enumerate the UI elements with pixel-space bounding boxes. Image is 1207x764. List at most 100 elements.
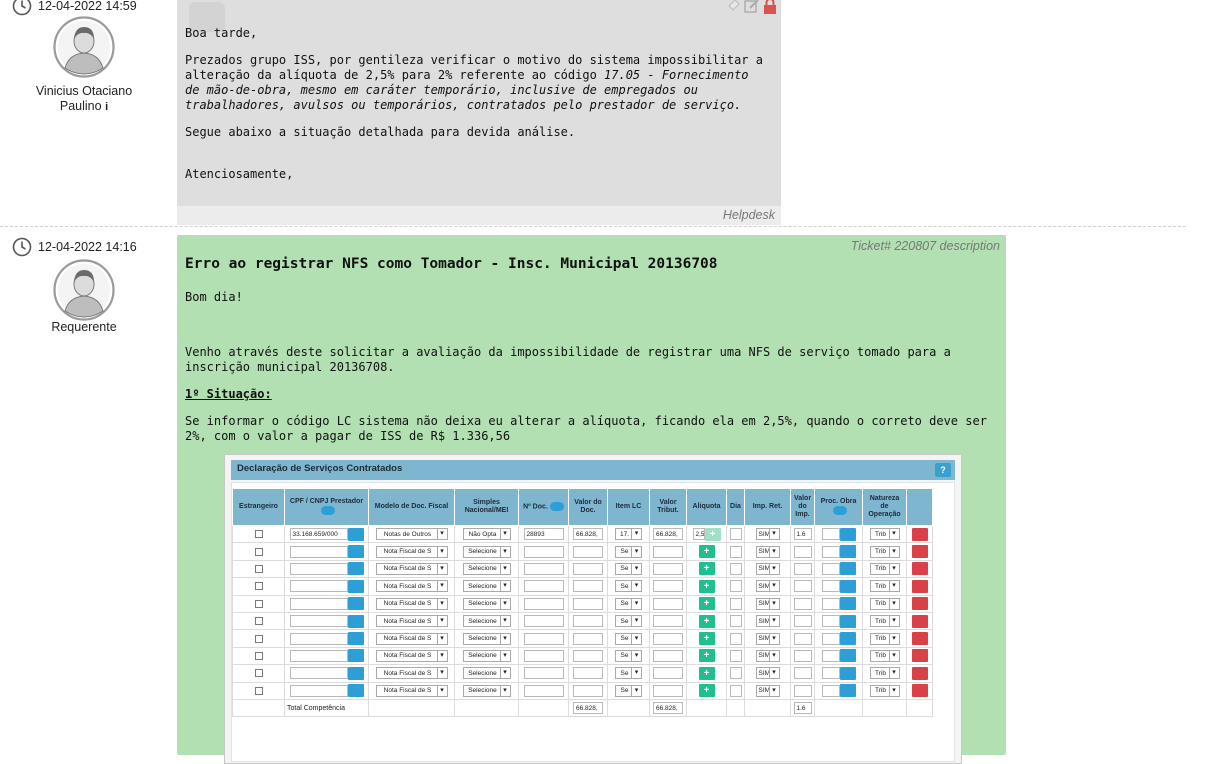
- simples-select[interactable]: Selecione ▾: [462, 649, 511, 662]
- natureza-select[interactable]: Trib ▾: [869, 545, 900, 558]
- plus-icon[interactable]: +: [698, 649, 715, 663]
- natureza-select[interactable]: Trib ▾: [869, 684, 900, 697]
- modelo-select[interactable]: Nota Fiscal de S ▾: [375, 545, 448, 558]
- search-icon[interactable]: [347, 666, 364, 680]
- valor-doc-input[interactable]: [573, 580, 603, 593]
- natureza-select[interactable]: Trib ▾: [869, 615, 900, 628]
- valor-trib-input[interactable]: [653, 667, 683, 680]
- item-lc-select[interactable]: Se ▾: [615, 615, 642, 628]
- plus-icon[interactable]: +: [698, 684, 715, 698]
- dia-input[interactable]: [729, 667, 742, 680]
- valor-imp-input[interactable]: [793, 580, 812, 593]
- imp-ret-select[interactable]: SIM▾: [755, 562, 780, 575]
- simples-select[interactable]: Selecione ▾: [462, 597, 511, 610]
- plus-icon[interactable]: +: [698, 597, 715, 611]
- search-icon[interactable]: [347, 545, 364, 559]
- cpf-input[interactable]: [289, 667, 348, 680]
- search-icon[interactable]: [839, 649, 856, 663]
- trash-icon[interactable]: [911, 562, 928, 576]
- natureza-select[interactable]: Trib ▾: [869, 597, 900, 610]
- simples-select[interactable]: Selecione ▾: [462, 615, 511, 628]
- modelo-select[interactable]: Nota Fiscal de S ▾: [375, 632, 448, 645]
- dia-input[interactable]: [729, 545, 742, 558]
- simples-select[interactable]: Selecione ▾: [462, 545, 511, 558]
- num-doc-input[interactable]: [523, 580, 564, 593]
- simples-select[interactable]: Selecione ▾: [462, 684, 511, 697]
- imp-ret-select[interactable]: SIM▾: [755, 615, 780, 628]
- valor-imp-input[interactable]: [793, 597, 812, 610]
- search-icon[interactable]: [839, 614, 856, 628]
- cpf-input[interactable]: [289, 545, 348, 558]
- item-lc-select[interactable]: Se ▾: [615, 649, 642, 662]
- valor-imp-input[interactable]: [793, 615, 812, 628]
- search-icon[interactable]: [839, 632, 856, 646]
- cpf-input[interactable]: [289, 649, 348, 662]
- plus-icon[interactable]: +: [698, 614, 715, 628]
- valor-trib-input[interactable]: [653, 545, 683, 558]
- trash-icon[interactable]: [911, 649, 928, 663]
- cpf-input[interactable]: [289, 615, 348, 628]
- search-icon[interactable]: [347, 632, 364, 646]
- valor-trib-input[interactable]: [653, 649, 683, 662]
- imp-ret-select[interactable]: SIM▾: [755, 684, 780, 697]
- estrangeiro-checkbox[interactable]: [254, 547, 263, 556]
- estrangeiro-checkbox[interactable]: [254, 599, 263, 608]
- search-icon[interactable]: [347, 614, 364, 628]
- num-doc-input[interactable]: [523, 562, 564, 575]
- dia-input[interactable]: [729, 615, 742, 628]
- modelo-select[interactable]: Nota Fiscal de S ▾: [375, 684, 448, 697]
- valor-trib-input[interactable]: [653, 632, 683, 645]
- search-icon[interactable]: [839, 597, 856, 611]
- search-icon[interactable]: [839, 562, 856, 576]
- proc-obra-input[interactable]: [821, 649, 840, 662]
- plus-icon[interactable]: +: [698, 632, 715, 646]
- proc-obra-input[interactable]: [821, 528, 840, 541]
- natureza-select[interactable]: Trib ▾: [869, 632, 900, 645]
- item-lc-select[interactable]: Se ▾: [615, 632, 642, 645]
- item-lc-select[interactable]: 17. ▾: [615, 528, 642, 541]
- num-doc-input[interactable]: [523, 615, 564, 628]
- estrangeiro-checkbox[interactable]: [254, 686, 263, 695]
- modelo-select[interactable]: Nota Fiscal de S ▾: [375, 597, 448, 610]
- valor-doc-input[interactable]: [573, 597, 603, 610]
- modelo-select[interactable]: Nota Fiscal de S ▾: [375, 667, 448, 680]
- simples-select[interactable]: Não Opta ▾: [462, 528, 511, 541]
- cpf-input[interactable]: [289, 580, 348, 593]
- simples-select[interactable]: Selecione ▾: [462, 562, 511, 575]
- search-icon[interactable]: [839, 579, 856, 593]
- valor-trib-input[interactable]: [653, 684, 683, 697]
- trash-icon[interactable]: [911, 666, 928, 680]
- search-icon[interactable]: [839, 684, 856, 698]
- search-icon[interactable]: [839, 545, 856, 559]
- item-lc-select[interactable]: Se ▾: [615, 597, 642, 610]
- proc-obra-input[interactable]: [821, 667, 840, 680]
- search-icon[interactable]: [347, 684, 364, 698]
- natureza-select[interactable]: Trib ▾: [869, 562, 900, 575]
- valor-doc-input[interactable]: [573, 632, 603, 645]
- item-lc-select[interactable]: Se ▾: [615, 562, 642, 575]
- edit-icon[interactable]: [744, 0, 760, 14]
- trash-icon[interactable]: [911, 527, 928, 541]
- imp-ret-select[interactable]: SIM▾: [755, 597, 780, 610]
- aliquota-input[interactable]: 2,5: [692, 528, 705, 541]
- search-icon[interactable]: [839, 666, 856, 680]
- trash-icon[interactable]: [911, 614, 928, 628]
- plus-icon[interactable]: +: [698, 545, 715, 559]
- num-doc-input[interactable]: [523, 545, 564, 558]
- estrangeiro-checkbox[interactable]: [254, 530, 263, 539]
- valor-trib-input[interactable]: [653, 597, 683, 610]
- plus-icon[interactable]: +: [704, 527, 721, 541]
- natureza-select[interactable]: Trib ▾: [869, 580, 900, 593]
- search-icon[interactable]: [347, 562, 364, 576]
- simples-select[interactable]: Selecione ▾: [462, 667, 511, 680]
- valor-trib-input[interactable]: [653, 615, 683, 628]
- trash-icon[interactable]: [911, 684, 928, 698]
- valor-trib-input[interactable]: [653, 562, 683, 575]
- valor-doc-input[interactable]: [573, 649, 603, 662]
- proc-obra-input[interactable]: [821, 597, 840, 610]
- cpf-input[interactable]: [289, 597, 348, 610]
- natureza-select[interactable]: Trib ▾: [869, 649, 900, 662]
- proc-obra-input[interactable]: [821, 684, 840, 697]
- estrangeiro-checkbox[interactable]: [254, 582, 263, 591]
- item-lc-select[interactable]: Se ▾: [615, 545, 642, 558]
